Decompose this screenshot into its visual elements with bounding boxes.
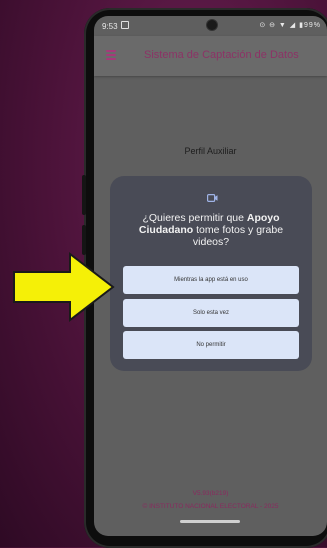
volume-button: [82, 175, 86, 215]
permission-dialog: ¿Quieres permitir que Apoyo Ciudadano to…: [110, 176, 312, 371]
only-this-time-button[interactable]: Solo esta vez: [123, 299, 299, 327]
deny-button[interactable]: No permitir: [123, 331, 299, 359]
while-using-button[interactable]: Mientras la app está en uso: [123, 266, 299, 294]
app-bar: Sistema de Captación de Datos: [94, 36, 327, 76]
copyright-label: © INSTITUTO NACIONAL ELECTORAL - 2025: [142, 503, 279, 510]
menu-icon[interactable]: [106, 50, 116, 62]
video-camera-icon: [207, 194, 218, 202]
app-title: Sistema de Captación de Datos: [144, 49, 299, 61]
arrow-right-icon: [13, 252, 115, 322]
version-label: V5.93(b219): [192, 490, 229, 497]
dialog-title-suffix: tome fotos y grabe videos?: [192, 224, 284, 248]
notification-icon: [121, 21, 129, 29]
gesture-nav-bar[interactable]: [180, 520, 240, 523]
dialog-title: ¿Quieres permitir que Apoyo Ciudadano to…: [124, 212, 298, 248]
status-icons: ⊙ ⊖ ▼ ◢ ▮99%: [259, 22, 321, 29]
phone-screen: 9:53 ⊙ ⊖ ▼ ◢ ▮99% Sistema de Captación d…: [94, 16, 327, 536]
front-camera: [207, 20, 217, 30]
dialog-title-prefix: ¿Quieres permitir que: [142, 212, 247, 224]
profile-label: Perfil Auxiliar: [184, 146, 237, 156]
power-button: [82, 225, 86, 255]
status-time: 9:53: [102, 22, 118, 31]
status-bar: 9:53 ⊙ ⊖ ▼ ◢ ▮99%: [94, 16, 327, 36]
